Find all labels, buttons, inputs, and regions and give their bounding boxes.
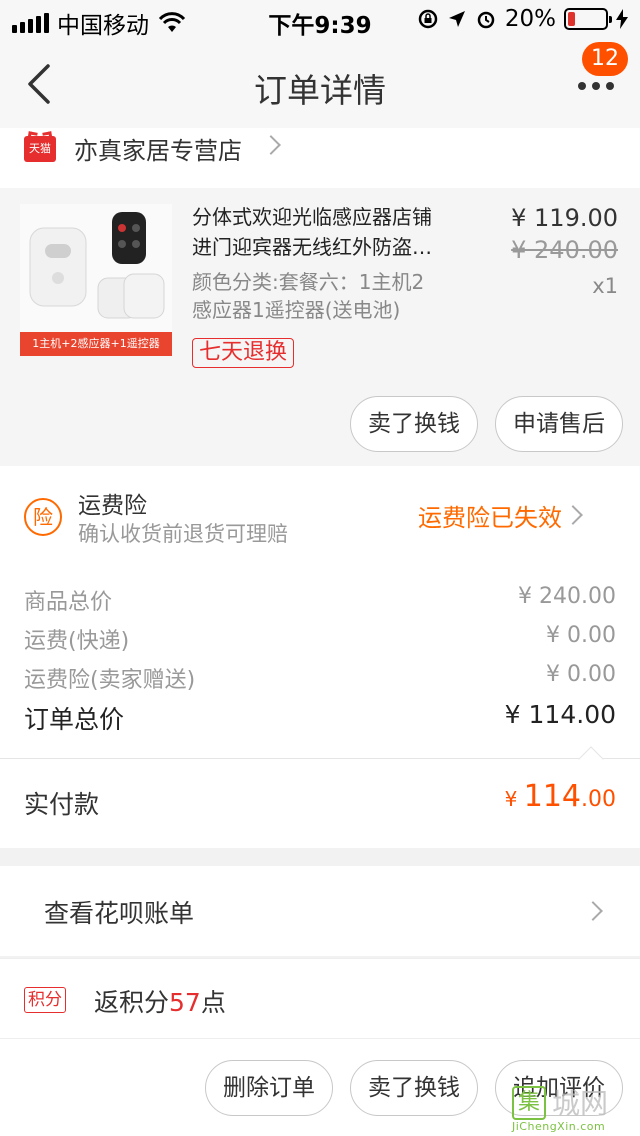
navigation-bar: 订单详情 12: [0, 40, 640, 128]
shop-row[interactable]: 天猫 亦真家居专营店: [0, 128, 640, 188]
price-summary: 商品总价 ¥ 240.00 运费(快递) ¥ 0.00 运费险(卖家赠送) ¥ …: [0, 562, 640, 758]
summary-value: ¥ 240.00: [518, 584, 616, 609]
sku-line: 感应器1遥控器(送电池): [192, 298, 401, 322]
points-row: 积分 返积分57点: [0, 958, 640, 1038]
order-total-row: 订单总价 ¥ 114.00: [24, 700, 616, 734]
summary-value: ¥ 0.00: [546, 662, 616, 687]
product-image-art: [20, 204, 172, 332]
shop-name: 亦真家居专营店: [74, 137, 242, 165]
sell-for-cash-button[interactable]: 卖了换钱: [350, 396, 478, 452]
huabei-bill-row[interactable]: 查看花呗账单: [0, 866, 640, 956]
bottom-action-bar: 删除订单 卖了换钱 追加评价 集 城网 JiChengXin.com: [0, 1038, 640, 1136]
sku-line: 颜色分类:套餐六：1主机2: [192, 270, 425, 294]
quantity: x1: [592, 274, 618, 298]
product-sku: 颜色分类:套餐六：1主机2 感应器1遥控器(送电池): [192, 268, 492, 324]
insurance-description: 确认收货前退货可理赔: [78, 522, 288, 546]
battery-icon: [564, 8, 612, 30]
points-number: 57: [169, 988, 201, 1017]
location-icon: [448, 11, 465, 27]
insurance-title: 运费险: [78, 493, 147, 519]
summary-value: ¥ 0.00: [546, 623, 616, 648]
summary-label: 运费(快递): [24, 629, 130, 654]
battery-percent: 20%: [504, 6, 556, 32]
product-title[interactable]: 分体式欢迎光临感应器店铺 进门迎宾器无线红外防盗…: [192, 202, 492, 262]
page-title: 订单详情: [254, 71, 386, 110]
chevron-right-icon: [583, 901, 603, 921]
request-after-sale-button[interactable]: 申请售后: [495, 396, 623, 452]
summary-row: 运费(快递) ¥ 0.00: [24, 623, 616, 655]
points-prefix: 返积分: [94, 988, 170, 1017]
paid-amount-decimal: .00: [581, 787, 616, 812]
message-count-badge: 12: [582, 42, 628, 76]
points-suffix: 点: [200, 988, 226, 1017]
battery-fill: [568, 12, 575, 26]
insurance-status: 运费险已失效: [418, 504, 562, 532]
product-title-line: 进门迎宾器无线红外防盗…: [192, 235, 432, 259]
order-total-value: ¥ 114.00: [504, 700, 616, 729]
points-badge: 积分: [24, 987, 66, 1013]
points-text: 返积分57点: [94, 983, 226, 1019]
site-watermark: 集 城网 JiChengXin.com: [512, 1082, 632, 1133]
original-price: ¥ 240.00: [511, 236, 618, 264]
product-card[interactable]: 1主机+2感应器+1遥控器 分体式欢迎光临感应器店铺 进门迎宾器无线红外防盗… …: [0, 188, 640, 466]
tmall-logo-icon: 天猫: [24, 136, 56, 162]
paid-currency: ¥: [504, 787, 524, 811]
summary-label: 商品总价: [24, 590, 113, 615]
insurance-icon: 险: [24, 498, 62, 536]
watermark-text: 城网: [552, 1087, 609, 1120]
paid-amount-row: 实付款 ¥ 114.00: [0, 758, 640, 848]
chevron-right-icon: [563, 505, 583, 525]
current-price: ¥ 119.00: [511, 204, 618, 232]
watermark-logo: 集: [512, 1086, 546, 1120]
paid-label: 实付款: [24, 790, 100, 819]
watermark-url: JiChengXin.com: [512, 1120, 606, 1133]
paid-amount: ¥ 114.00: [505, 779, 616, 814]
paid-amount-integer: 114: [523, 779, 581, 814]
sell-for-cash-button[interactable]: 卖了换钱: [350, 1060, 478, 1116]
alarm-icon: [477, 11, 495, 29]
status-right: 20%: [417, 6, 628, 32]
summary-row: 运费险(卖家赠送) ¥ 0.00: [24, 662, 616, 694]
seven-day-return-tag: 七天退换: [192, 338, 295, 368]
product-image[interactable]: 1主机+2感应器+1遥控器: [20, 204, 172, 356]
charging-icon: [616, 9, 628, 29]
product-title-line: 分体式欢迎光临感应器店铺: [192, 205, 432, 229]
summary-label: 运费险(卖家赠送): [24, 668, 196, 693]
delete-order-button[interactable]: 删除订单: [205, 1060, 333, 1116]
chevron-right-icon: [261, 135, 281, 155]
product-image-caption: 1主机+2感应器+1遥控器: [20, 332, 172, 356]
huabei-bill-label: 查看花呗账单: [44, 899, 195, 928]
shipping-insurance-row[interactable]: 险 运费险 确认收货前退货可理赔 运费险已失效: [0, 466, 640, 562]
summary-row: 商品总价 ¥ 240.00: [24, 584, 616, 616]
status-bar: 中国移动 下午9:39 20%: [0, 0, 640, 40]
order-total-label: 订单总价: [24, 705, 125, 734]
orientation-lock-icon: [418, 9, 438, 29]
